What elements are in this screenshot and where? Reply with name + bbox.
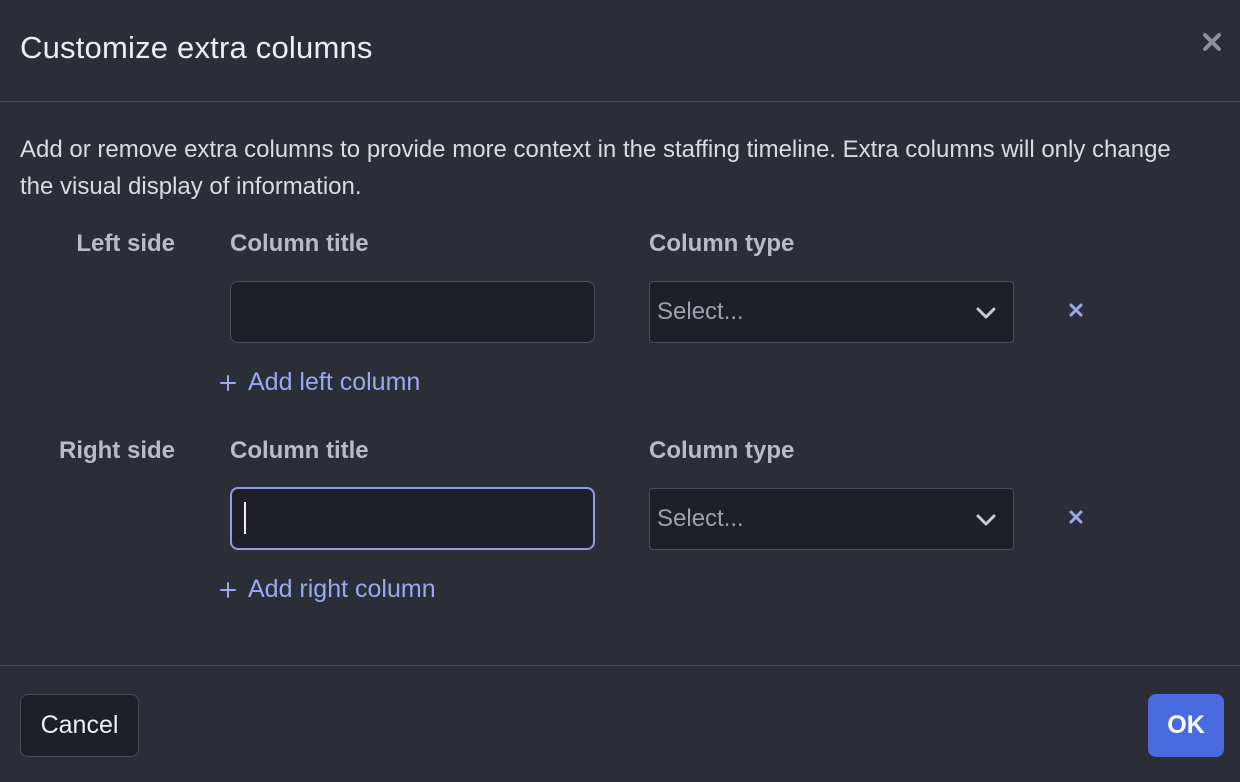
chevron-down-icon	[976, 307, 996, 319]
x-icon	[1069, 510, 1083, 524]
left-side-label: Left side	[76, 230, 175, 257]
customize-columns-dialog: Customize extra columns Add or remove ex…	[0, 0, 1240, 782]
right-side-label: Right side	[58, 437, 175, 464]
text-caret	[244, 502, 246, 534]
right-column-title-input[interactable]	[230, 487, 595, 550]
dialog-title: Customize extra columns	[20, 30, 373, 65]
chevron-down-icon	[976, 514, 996, 526]
add-left-column-label: Add left column	[248, 368, 421, 396]
right-column-type-label: Column type	[649, 437, 795, 464]
remove-left-column-button[interactable]	[1065, 299, 1087, 321]
dialog-footer: Cancel OK	[0, 665, 1240, 782]
close-icon	[1203, 33, 1221, 51]
add-right-column-button[interactable]: Add right column	[220, 575, 436, 604]
ok-button[interactable]: OK	[1148, 694, 1224, 757]
right-column-type-select[interactable]: Select...	[649, 488, 1014, 550]
plus-icon	[220, 374, 236, 391]
add-right-column-label: Add right column	[248, 575, 436, 603]
left-column-title-label: Column title	[230, 230, 369, 257]
dialog-description: Add or remove extra columns to provide m…	[20, 136, 1171, 200]
dialog-header: Customize extra columns	[0, 0, 1240, 102]
close-button[interactable]	[1200, 30, 1224, 54]
x-icon	[1069, 303, 1083, 317]
right-column-title-label: Column title	[230, 437, 369, 464]
remove-right-column-button[interactable]	[1065, 506, 1087, 528]
add-left-column-button[interactable]: Add left column	[220, 368, 420, 397]
left-column-type-label: Column type	[649, 230, 795, 257]
right-column-type-placeholder: Select...	[657, 505, 744, 532]
left-column-type-select[interactable]: Select...	[649, 281, 1014, 343]
cancel-button[interactable]: Cancel	[20, 694, 139, 757]
left-column-title-input[interactable]	[230, 281, 595, 343]
plus-icon	[220, 581, 236, 598]
right-column-title-wrapper	[230, 487, 595, 550]
left-column-type-placeholder: Select...	[657, 298, 744, 325]
